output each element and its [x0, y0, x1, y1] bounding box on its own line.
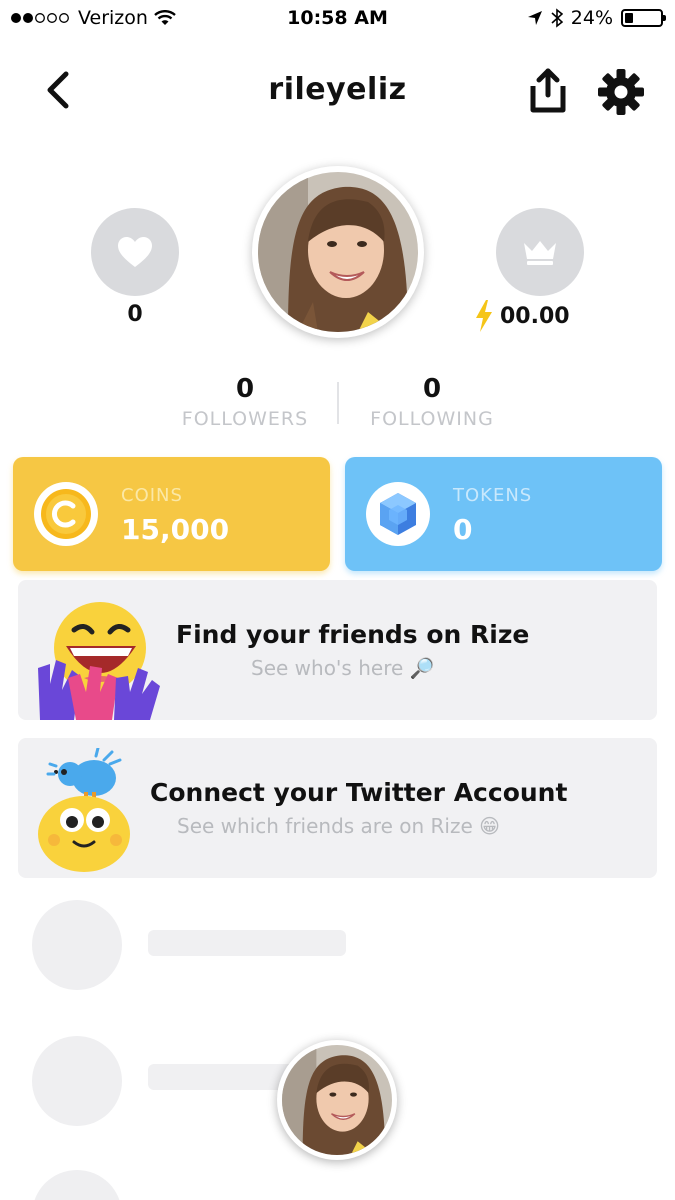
tokens-card[interactable]: TOKENS 0: [345, 457, 662, 571]
tokens-value: 0: [453, 513, 473, 546]
floating-avatar[interactable]: [277, 1040, 397, 1160]
stat-divider: [337, 382, 339, 424]
connect-twitter-subtitle: See which friends are on Rize 😁: [177, 814, 500, 838]
skeleton-line: [148, 1064, 298, 1090]
find-friends-card[interactable]: Find your friends on Rize See who's here…: [18, 580, 657, 720]
skeleton-avatar: [32, 1036, 122, 1126]
battery-percent: 24%: [570, 7, 613, 29]
followers-count: 0: [235, 374, 255, 404]
energy-score: 00.00: [474, 300, 570, 332]
following-count: 0: [422, 374, 442, 404]
connect-twitter-card[interactable]: Connect your Twitter Account See which f…: [18, 738, 657, 878]
find-friends-subtitle: See who's here 🔎: [251, 656, 435, 680]
tokens-label: TOKENS: [453, 485, 533, 506]
connect-twitter-title: Connect your Twitter Account: [150, 778, 568, 807]
gem-icon: [366, 482, 430, 546]
followers-stat[interactable]: 0 FOLLOWERS: [155, 374, 335, 430]
followers-label: FOLLOWERS: [181, 408, 309, 430]
coin-icon: [34, 482, 98, 546]
lightning-icon: [476, 300, 492, 332]
share-icon[interactable]: [527, 68, 569, 114]
gear-icon[interactable]: [597, 68, 645, 116]
rank-badge[interactable]: [496, 208, 584, 296]
skeleton-avatar: [32, 900, 122, 990]
nav-bar: rileyeliz: [0, 56, 675, 126]
skeleton-avatar: [32, 1170, 122, 1200]
status-bar: Verizon 10:58 AM 24%: [0, 0, 675, 38]
energy-value: 00.00: [500, 303, 570, 329]
laughing-emoji-icon: [38, 602, 160, 720]
profile-username: rileyeliz: [268, 72, 407, 107]
crown-icon: [524, 241, 556, 265]
skeleton-line: [148, 930, 346, 956]
heart-icon: [118, 237, 152, 267]
following-stat[interactable]: 0 FOLLOWING: [342, 374, 522, 430]
location-arrow-icon: [527, 11, 542, 25]
floating-avatar-photo: [282, 1045, 392, 1155]
likes-badge[interactable]: [91, 208, 179, 296]
profile-photo: [258, 172, 418, 332]
coins-value: 15,000: [121, 513, 230, 546]
coins-card[interactable]: COINS 15,000: [13, 457, 330, 571]
coins-label: COINS: [121, 485, 183, 506]
following-label: FOLLOWING: [370, 408, 494, 430]
find-friends-title: Find your friends on Rize: [176, 620, 530, 649]
likes-count: 0: [127, 302, 143, 327]
bluetooth-icon: [551, 8, 563, 28]
battery-icon: [621, 9, 666, 27]
profile-avatar[interactable]: [252, 166, 424, 338]
twitter-bird-emoji-icon: [38, 748, 130, 872]
